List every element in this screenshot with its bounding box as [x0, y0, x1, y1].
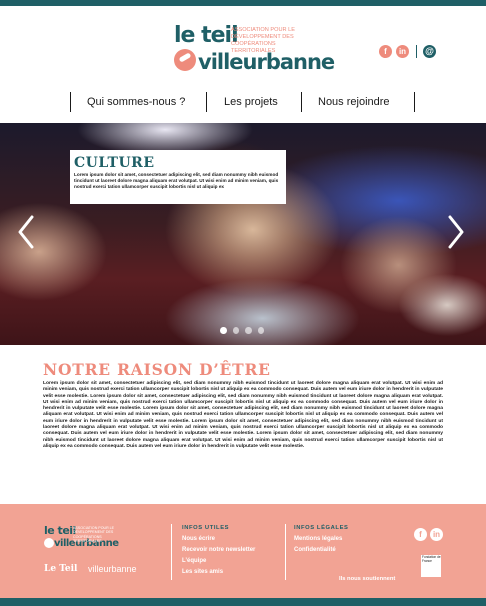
- icon-divider: [416, 44, 417, 58]
- nav-item-qui-sommes-nous[interactable]: Qui sommes-nous ?: [87, 95, 185, 109]
- footer-link-nous-ecrire[interactable]: Nous écrire: [182, 535, 215, 543]
- site-header: le teil villeurbanne Association pour le…: [0, 6, 486, 90]
- nav-divider: [301, 92, 302, 112]
- footer-divider: [171, 524, 172, 580]
- footer-link-equipe[interactable]: L’équipe: [182, 557, 206, 565]
- nav-divider: [414, 92, 415, 112]
- carousel-dot[interactable]: [232, 327, 239, 334]
- footer-social-icons: f in: [414, 528, 446, 541]
- hero-caption: CULTURE Lorem ipsum dolor sit amet, cons…: [70, 150, 286, 204]
- header-social-icons: f in @: [379, 44, 436, 58]
- footer-logo-tagline: Association pour le développement des co…: [73, 526, 115, 544]
- email-icon[interactable]: @: [423, 44, 436, 58]
- site-footer: le teil villeurbanne Association pour le…: [0, 504, 486, 606]
- logo-tagline: Association pour le développement des co…: [231, 27, 295, 54]
- nav-item-nous-rejoindre[interactable]: Nous rejoindre: [318, 95, 390, 109]
- footer-divider: [285, 524, 286, 580]
- footer-link-confidentialite[interactable]: Confidentialité: [294, 546, 336, 554]
- footer-logo-text-top: le teil: [44, 524, 76, 537]
- fondation-de-france-label: Fondation de France: [422, 555, 441, 563]
- hero-text: Lorem ipsum dolor sit amet, consectetuer…: [74, 172, 279, 189]
- hero-title: CULTURE: [74, 155, 155, 171]
- footer-link-newsletter[interactable]: Recevoir notre newsletter: [182, 546, 255, 554]
- linkedin-icon[interactable]: in: [396, 44, 409, 58]
- footer-logo-mark-icon: [44, 538, 54, 548]
- nav-divider: [70, 92, 71, 112]
- section-title: NOTRE RAISON D’ÊTRE: [43, 360, 271, 379]
- footer-link-sites-amis[interactable]: Les sites amis: [182, 568, 223, 576]
- chevron-left-icon[interactable]: [16, 215, 36, 249]
- carousel-dot[interactable]: [220, 327, 227, 334]
- section-body: Lorem ipsum dolor sit amet, consectetuer…: [43, 381, 443, 449]
- facebook-icon[interactable]: f: [379, 44, 392, 58]
- main-nav: Qui sommes-nous ? Les projets Nous rejoi…: [70, 92, 415, 112]
- logo-mark-icon: [174, 49, 196, 71]
- carousel-dot[interactable]: [245, 327, 252, 334]
- facebook-icon[interactable]: f: [414, 528, 427, 541]
- fondation-de-france-logo[interactable]: Fondation de France: [421, 555, 441, 577]
- nav-divider: [206, 92, 207, 112]
- footer-link-mentions-legales[interactable]: Mentions légales: [294, 535, 342, 543]
- bottom-accent-bar: [0, 598, 486, 606]
- footer-logo[interactable]: le teil villeurbanne Association pour le…: [44, 525, 119, 553]
- footer-infos-utiles-title: INFOS UTILES: [182, 525, 230, 531]
- carousel-dots: [220, 327, 270, 335]
- chevron-right-icon[interactable]: [446, 215, 466, 249]
- linkedin-icon[interactable]: in: [430, 528, 443, 541]
- footer-infos-legales-title: INFOS LÉGALES: [294, 525, 349, 531]
- nav-item-les-projets[interactable]: Les projets: [224, 95, 278, 109]
- villeurbanne-logo[interactable]: villeurbanne: [88, 564, 137, 574]
- carousel-dot[interactable]: [257, 327, 264, 334]
- site-logo[interactable]: le teil villeurbanne Association pour le…: [174, 23, 335, 84]
- hero-carousel: CULTURE Lorem ipsum dolor sit amet, cons…: [0, 123, 486, 345]
- logo-text-top: le teil: [174, 23, 239, 48]
- supporters-label: Ils nous soutiennent: [339, 576, 396, 582]
- le-teil-logo[interactable]: Le Teil: [44, 564, 77, 574]
